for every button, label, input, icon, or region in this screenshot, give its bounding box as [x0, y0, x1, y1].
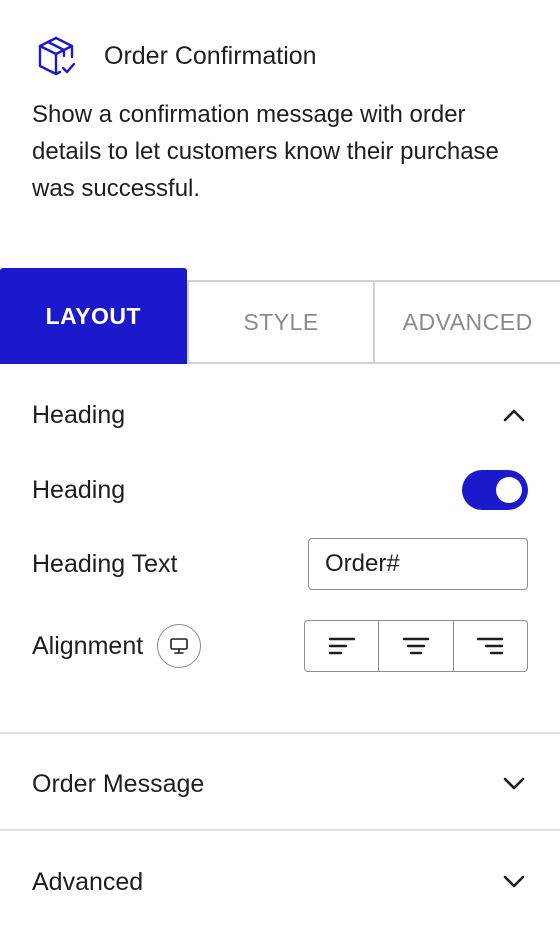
chevron-up-icon[interactable] [500, 401, 528, 429]
settings-tabs: LAYOUT STYLE ADVANCED [0, 268, 560, 364]
alignment-row: Alignment [32, 620, 528, 672]
heading-toggle[interactable] [462, 470, 528, 510]
heading-text-row: Heading Text [32, 538, 528, 590]
align-center-button[interactable] [378, 621, 452, 671]
chevron-down-icon[interactable] [500, 868, 528, 896]
tab-advanced[interactable]: ADVANCED [373, 280, 560, 364]
desktop-device-icon[interactable] [157, 624, 202, 668]
align-left-button[interactable] [305, 621, 378, 671]
align-center-icon [402, 637, 429, 655]
section-heading-title: Heading [32, 400, 126, 429]
align-right-icon [477, 637, 504, 655]
section-advanced-header[interactable]: Advanced [32, 862, 528, 902]
align-right-button[interactable] [452, 621, 527, 671]
tab-style[interactable]: STYLE [186, 280, 374, 364]
alignment-button-group [304, 620, 528, 672]
heading-text-label: Heading Text [32, 549, 178, 578]
tab-layout[interactable]: LAYOUT [0, 268, 187, 364]
section-divider [0, 829, 560, 831]
block-header: Order Confirmation [32, 32, 532, 80]
align-left-icon [328, 637, 355, 655]
block-description: Show a confirmation message with order d… [32, 101, 499, 202]
section-divider [0, 732, 560, 734]
section-order-message-header[interactable]: Order Message [32, 764, 528, 804]
chevron-down-icon[interactable] [500, 770, 528, 798]
section-advanced-title: Advanced [32, 867, 144, 896]
alignment-label: Alignment [32, 631, 144, 660]
package-check-icon [32, 32, 80, 80]
section-order-message-title: Order Message [32, 769, 205, 798]
heading-toggle-row: Heading [32, 470, 528, 510]
heading-toggle-label: Heading [32, 475, 126, 504]
block-title: Order Confirmation [104, 41, 317, 70]
heading-text-input[interactable] [308, 538, 528, 590]
section-heading-header[interactable]: Heading [32, 395, 528, 435]
toggle-knob [496, 477, 522, 503]
alignment-label-wrap: Alignment [32, 624, 202, 668]
block-settings-panel: Order Confirmation Show a confirmation m… [0, 0, 560, 930]
